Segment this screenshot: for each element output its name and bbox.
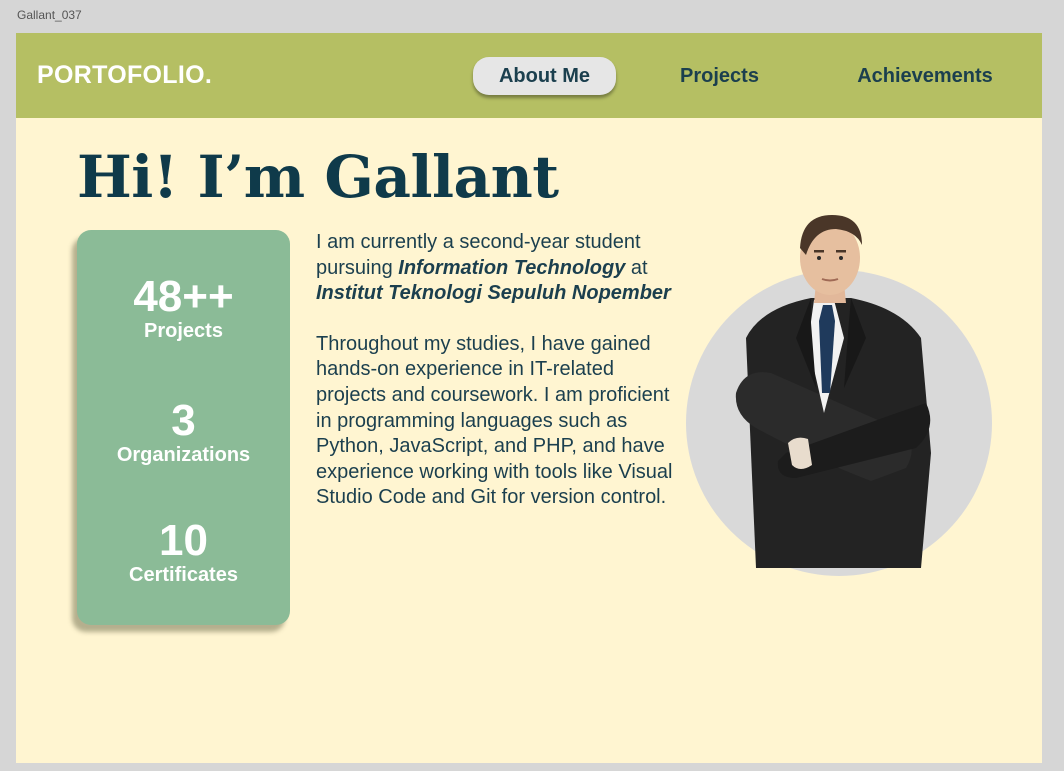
nav-projects[interactable]: Projects [656, 57, 783, 95]
bio-experience: Throughout my studies, I have gained han… [316, 332, 673, 509]
page-title: Hi! I’m Gallant [77, 143, 559, 211]
stat-certificates: 10 Certificates [77, 516, 290, 587]
bio-intro: I am currently a second-year student pur… [316, 230, 676, 307]
bio-section: I am currently a second-year student pur… [316, 230, 676, 511]
frame-label: Gallant_037 [17, 8, 82, 22]
stats-card: 48++ Projects 3 Organizations 10 Certifi… [77, 230, 290, 625]
stat-value: 10 [159, 516, 208, 565]
portfolio-frame: PORTOFOLIO. About Me Projects Achievemen… [16, 33, 1042, 763]
stat-label: Certificates [129, 564, 238, 586]
bio-major: Information Technology [398, 256, 626, 279]
brand-logo[interactable]: PORTOFOLIO. [37, 61, 212, 90]
nav-achievements[interactable]: Achievements [838, 57, 1012, 95]
profile-photo [735, 215, 931, 568]
stat-value: 48++ [133, 272, 234, 321]
bio-at: at [625, 256, 648, 279]
stat-label: Projects [144, 320, 223, 342]
stat-projects: 48++ Projects [77, 272, 290, 343]
bio-school: Institut Teknologi Sepuluh Nopember [316, 282, 671, 305]
navbar: PORTOFOLIO. About Me Projects Achievemen… [16, 33, 1042, 118]
stat-label: Organizations [116, 444, 251, 466]
nav-about-me[interactable]: About Me [473, 57, 616, 95]
stat-value: 3 [171, 396, 196, 445]
stat-organizations: 3 Organizations [77, 396, 290, 467]
